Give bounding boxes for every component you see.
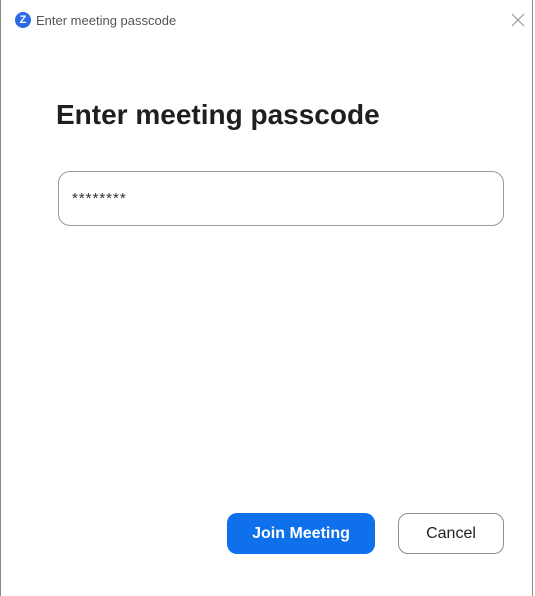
- close-icon: [511, 13, 525, 27]
- app-icon-letter: Z: [19, 14, 27, 26]
- cancel-button[interactable]: Cancel: [398, 513, 504, 554]
- passcode-dialog-window: Z Enter meeting passcode Enter meeting p…: [0, 0, 533, 596]
- window-title: Enter meeting passcode: [36, 13, 177, 28]
- join-meeting-button[interactable]: Join Meeting: [227, 513, 375, 554]
- zoom-logo-icon: Z: [15, 12, 31, 28]
- close-button[interactable]: [506, 8, 530, 32]
- passcode-input[interactable]: [58, 171, 504, 226]
- page-title: Enter meeting passcode: [56, 99, 380, 130]
- title-bar: Z Enter meeting passcode: [1, 0, 532, 40]
